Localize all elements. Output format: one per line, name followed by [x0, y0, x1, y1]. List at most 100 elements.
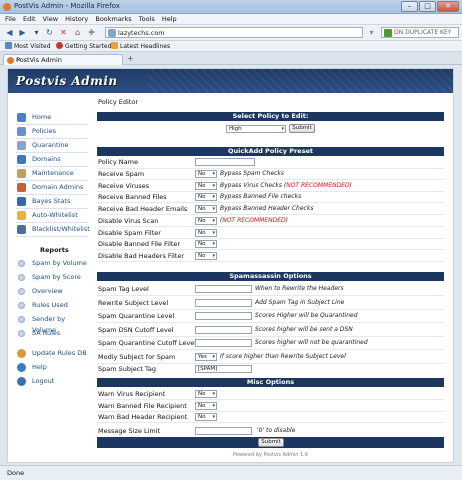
app-header: Postvis Admin	[8, 69, 453, 93]
misc-option-select[interactable]: No ▾	[195, 401, 217, 410]
sidebar-item[interactable]: Domains	[14, 153, 90, 166]
report-item[interactable]: Sender by Volume	[14, 313, 90, 334]
report-item[interactable]: Rules Used	[14, 299, 90, 312]
policy-name-label: Policy Name	[98, 158, 138, 166]
submit-policy-button[interactable]: Submit	[289, 124, 315, 133]
bookmark-most-visited[interactable]: Most Visited	[5, 41, 51, 52]
menu-help[interactable]: Help	[162, 14, 177, 25]
report-item[interactable]: Spam by Volume	[14, 257, 90, 270]
home-nav-icon[interactable]: ⌂	[72, 27, 83, 38]
option-select[interactable]: No ▾	[195, 228, 217, 237]
spam-option-input[interactable]	[195, 285, 252, 293]
report-item[interactable]: Overview	[14, 285, 90, 298]
footer-text: Powered by Postvis Admin 1.6	[232, 452, 309, 458]
dropdown-icon[interactable]: ▾	[31, 27, 42, 38]
option-select[interactable]: No ▾	[195, 216, 217, 225]
option-select[interactable]: No ▾	[195, 181, 217, 190]
spam-option-input[interactable]	[195, 312, 252, 321]
sidebar-item[interactable]: Blacklist/Whitelist	[14, 223, 90, 236]
menu-view[interactable]: View	[43, 14, 58, 25]
tab-close-icon[interactable]: ✕	[16, 55, 119, 65]
menu-file[interactable]: File	[5, 14, 16, 25]
search-box[interactable]: ON DUPLICATE KEY	[381, 27, 459, 38]
option-note: Bypass Virus Checks (NOT RECOMMENDED)	[220, 181, 352, 191]
maximize-button[interactable]: □	[419, 1, 436, 12]
close-button[interactable]: ✕	[437, 1, 459, 12]
bookmark-latest-headlines[interactable]: Latest Headlines	[111, 41, 170, 52]
url-dropdown-icon[interactable]: ▾	[366, 27, 377, 38]
row-divider	[97, 260, 444, 262]
report-item[interactable]: Spam by Score	[14, 271, 90, 284]
star-icon	[5, 42, 12, 49]
tab-postvis-admin[interactable]: PostVis Admin ✕	[3, 54, 123, 65]
sidebar-item[interactable]: Home	[14, 111, 90, 124]
sidebar-item[interactable]: Update Rules DB	[14, 347, 90, 360]
misc-option-select[interactable]: No ▾	[195, 413, 217, 421]
spam-option-input[interactable]	[195, 325, 252, 334]
spam-option-label: Spam Tag Level	[98, 285, 149, 293]
dropdown-arrow-icon: ▾	[281, 126, 284, 132]
menu-edit[interactable]: Edit	[23, 14, 36, 25]
report-bullet-icon	[18, 316, 25, 323]
sidebar-item[interactable]: Policies	[14, 125, 90, 138]
menu-tools[interactable]: Tools	[139, 14, 155, 25]
option-select[interactable]: No ▾	[195, 193, 217, 202]
report-item[interactable]: SA Rules	[14, 327, 90, 340]
dropdown-arrow-icon: ▾	[212, 414, 215, 420]
modify-subject-value: Yes	[198, 354, 207, 360]
menu-bar: File Edit View History Bookmarks Tools H…	[0, 14, 462, 25]
sidebar-item[interactable]: Logout	[14, 375, 90, 388]
menu-bookmarks[interactable]: Bookmarks	[95, 14, 131, 25]
option-note: Bypass Banned Header Checks	[220, 204, 313, 214]
sidebar-item-label: Help	[32, 363, 47, 371]
menu-history[interactable]: History	[65, 14, 88, 25]
dropdown-arrow-icon: ▾	[212, 252, 215, 259]
stop-icon[interactable]: ✕	[58, 27, 69, 38]
forward-icon[interactable]: ▶	[17, 27, 28, 38]
option-label: Disable Bad Headers Filter	[98, 251, 185, 260]
sidebar-item[interactable]: Maintenance	[14, 167, 90, 180]
policy-name-input[interactable]	[195, 158, 255, 166]
option-select[interactable]: No ▾	[195, 205, 217, 214]
spam-option-input[interactable]	[195, 339, 252, 348]
minimize-button[interactable]: –	[401, 1, 418, 12]
sidebar-item[interactable]: Domain Admins	[14, 181, 90, 194]
sidebar-item[interactable]: Help	[14, 361, 90, 374]
dropdown-arrow-icon: ▾	[212, 241, 215, 248]
bookmark-getting-started[interactable]: Getting Started	[56, 41, 111, 52]
option-label: Receive Bad Header Emails	[98, 205, 188, 214]
update-icon	[17, 349, 26, 358]
sidebar-item-label: Quarantine	[32, 141, 69, 149]
search-placeholder: ON DUPLICATE KEY	[394, 29, 452, 36]
spam-option-input[interactable]	[195, 298, 252, 307]
back-icon[interactable]: ◀	[4, 27, 15, 38]
report-bullet-icon	[18, 330, 25, 337]
misc-option-label: Warn Bad Header Recipient	[98, 413, 188, 421]
report-bullet-icon	[18, 274, 25, 281]
option-select[interactable]: No ▾	[195, 251, 217, 260]
message-size-input[interactable]	[195, 426, 252, 435]
address-bar[interactable]: lazytechs.com	[105, 27, 363, 38]
addon-icon[interactable]: ✚	[86, 27, 97, 38]
report-item-label: Spam by Score	[32, 273, 81, 281]
row-divider	[97, 349, 444, 351]
tab-icon	[7, 57, 14, 64]
reload-icon[interactable]: ↻	[44, 27, 55, 38]
option-select[interactable]: No ▾	[195, 240, 217, 249]
misc-option-select[interactable]: No ▾	[195, 390, 217, 398]
modify-subject-select[interactable]: Yes ▾	[195, 353, 217, 361]
sidebar-item[interactable]: Bayes Stats	[14, 195, 90, 208]
spam-subject-tag-input[interactable]: [SPAM]	[195, 365, 252, 373]
sidebar-item[interactable]: Quarantine	[14, 139, 90, 152]
policy-select[interactable]: High ▾	[226, 125, 286, 133]
rss-icon	[111, 42, 118, 49]
new-tab-icon[interactable]: +	[127, 54, 134, 64]
option-select[interactable]: No ▾	[195, 170, 217, 178]
dropdown-arrow-icon: ▾	[212, 354, 215, 360]
quickadd-header: QuickAdd Policy Preset	[97, 147, 444, 156]
sidebar-item[interactable]: Auto-Whitelist	[14, 209, 90, 222]
dropdown-arrow-icon: ▾	[212, 206, 215, 213]
submit-button[interactable]: Submit	[258, 438, 284, 447]
firefox-icon	[3, 3, 11, 11]
misc-options-header: Misc Options	[97, 378, 444, 387]
